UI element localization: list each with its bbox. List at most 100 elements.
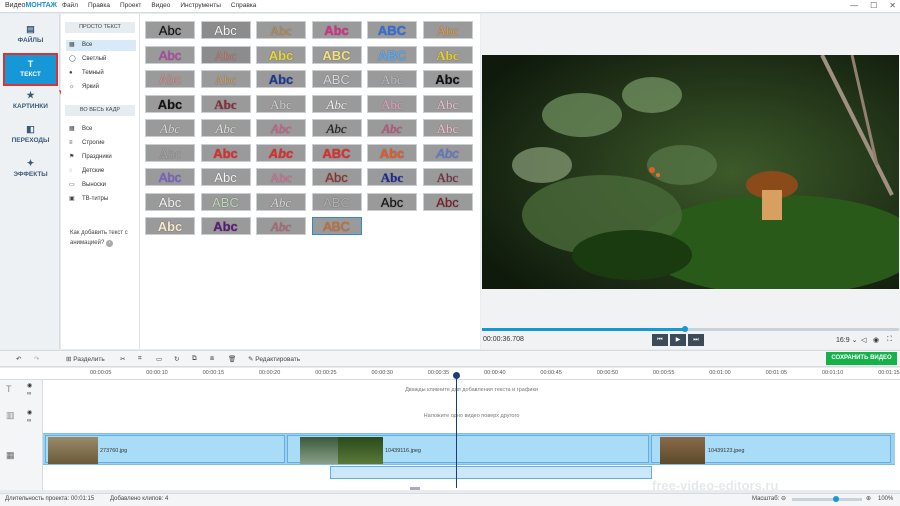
- category-item[interactable]: ≡ Строгие: [66, 138, 136, 149]
- zoom-slider[interactable]: [792, 498, 862, 501]
- text-style-tile[interactable]: Abc: [256, 217, 306, 235]
- category-item[interactable]: ● Темный: [66, 68, 136, 79]
- timeline-ruler[interactable]: 00:00:05 00:00:10 00:00:15 00:00:20 00:00:25…: [0, 368, 900, 380]
- category-item[interactable]: ☼ Яркий: [66, 82, 136, 93]
- snapshot-icon[interactable]: ◉: [873, 336, 879, 344]
- add-clip-icon[interactable]: ⧉: [192, 355, 197, 363]
- next-frame-button[interactable]: ⏭: [688, 334, 704, 346]
- text-style-tile[interactable]: ABC: [367, 45, 417, 64]
- close-icon[interactable]: ✕: [889, 1, 896, 10]
- minimize-icon[interactable]: —: [850, 1, 858, 10]
- playhead[interactable]: [456, 372, 457, 488]
- menu-item[interactable]: Правка: [88, 2, 110, 9]
- zoom-in-icon[interactable]: ⊕: [866, 495, 871, 502]
- text-style-tile[interactable]: Abc: [200, 45, 251, 64]
- text-style-tile[interactable]: Abc: [311, 119, 362, 137]
- undo-icon[interactable]: ↶: [16, 355, 21, 363]
- zoom-slider-handle[interactable]: [833, 496, 839, 502]
- text-style-tile[interactable]: Abc: [367, 168, 417, 186]
- text-style-tile[interactable]: Abc: [422, 70, 473, 88]
- edit-button[interactable]: ✎ Редактировать: [248, 355, 300, 363]
- text-style-tile[interactable]: Abc: [367, 143, 417, 162]
- text-style-tile[interactable]: Abc: [422, 94, 473, 113]
- category-item[interactable]: ◯ Светлый: [66, 54, 136, 65]
- text-style-tile[interactable]: Abc: [145, 94, 195, 113]
- text-style-tile[interactable]: Abc: [256, 192, 306, 211]
- animated-text-help-link[interactable]: Как добавить текст с анимацией? ›: [70, 228, 136, 248]
- eye-icon[interactable]: ◉: [27, 409, 32, 416]
- delete-icon[interactable]: 🗑: [228, 355, 236, 363]
- menu-item[interactable]: Проект: [120, 2, 141, 9]
- text-style-tile[interactable]: Abc: [200, 143, 251, 162]
- text-style-tile[interactable]: Abc: [256, 143, 306, 162]
- text-style-tile[interactable]: Abc: [200, 94, 251, 113]
- redo-icon[interactable]: ↷: [34, 355, 39, 363]
- text-style-tile[interactable]: Abc: [145, 119, 195, 137]
- text-style-tile[interactable]: Abc: [256, 168, 306, 186]
- link-icon[interactable]: ∞: [27, 418, 31, 424]
- category-item[interactable]: ▭ Выноски: [66, 180, 136, 191]
- text-style-tile[interactable]: ABC: [311, 45, 362, 64]
- text-style-tile[interactable]: Abc: [200, 217, 251, 235]
- sidebar-item-transitions[interactable]: ◧ ПЕРЕХОДЫ: [3, 120, 58, 153]
- text-style-tile[interactable]: Abc: [256, 21, 306, 39]
- fullscreen-icon[interactable]: ⛶: [887, 336, 892, 344]
- text-style-tile[interactable]: ABC: [311, 143, 362, 162]
- category-item[interactable]: ▣ ТВ-титры: [66, 194, 136, 205]
- text-style-tile[interactable]: Abc: [145, 168, 195, 186]
- text-style-tile[interactable]: Abc: [422, 192, 473, 211]
- sidebar-item-star[interactable]: ★ КАРТИНКИ: [3, 86, 58, 119]
- timeline-scrollbar[interactable]: [410, 487, 420, 490]
- text-style-tile[interactable]: Abc: [145, 217, 195, 235]
- text-style-tile[interactable]: Abc: [145, 143, 195, 162]
- playback-progress[interactable]: [482, 328, 686, 331]
- text-style-tile[interactable]: ABC: [311, 192, 362, 211]
- text-style-tile[interactable]: Abc: [422, 21, 473, 39]
- category-item[interactable]: ▦ Все: [66, 40, 136, 51]
- text-style-tile[interactable]: Abc: [256, 119, 306, 137]
- zoom-out-icon[interactable]: ⊖: [781, 495, 786, 502]
- text-style-tile[interactable]: Abc: [311, 21, 362, 39]
- maximize-icon[interactable]: ☐: [870, 1, 877, 10]
- crop-icon[interactable]: ⌗: [138, 355, 142, 363]
- audio-clip[interactable]: [330, 466, 652, 479]
- text-style-tile[interactable]: Abc: [311, 94, 362, 113]
- sidebar-item-text[interactable]: T ТЕКСТ: [3, 53, 58, 86]
- split-button[interactable]: ⊞ Разделить: [66, 355, 105, 363]
- sidebar-item-effects[interactable]: ✦ ЭФФЕКТЫ: [3, 154, 58, 187]
- text-style-tile[interactable]: Abc: [367, 70, 417, 88]
- text-style-tile[interactable]: ABC: [367, 21, 417, 39]
- text-style-tile[interactable]: Abc: [200, 70, 251, 88]
- category-item[interactable]: ▦ Все: [66, 124, 136, 135]
- text-style-tile[interactable]: Abc: [200, 168, 251, 186]
- text-style-tile[interactable]: Abc: [367, 94, 417, 113]
- text-style-tile[interactable]: Abc: [200, 119, 251, 137]
- link-icon[interactable]: ∞: [27, 391, 31, 397]
- text-style-tile[interactable]: ABC: [200, 192, 251, 211]
- text-style-tile[interactable]: Abc: [422, 45, 473, 64]
- play-button[interactable]: ▶: [670, 334, 686, 346]
- sidebar-item-files[interactable]: ▤ ФАЙЛЫ: [3, 20, 58, 53]
- aspect-ratio-select[interactable]: 16:9 ⌄: [836, 336, 857, 344]
- menu-item[interactable]: Видео: [151, 2, 170, 9]
- text-style-tile[interactable]: Abc: [367, 119, 417, 137]
- text-style-tile[interactable]: Abc: [422, 168, 473, 186]
- menu-item[interactable]: Инструменты: [180, 2, 221, 9]
- text-style-tile[interactable]: Abc: [422, 143, 473, 162]
- eye-icon[interactable]: ◉: [27, 382, 32, 389]
- prev-frame-button[interactable]: ⏮: [652, 334, 668, 346]
- menu-item[interactable]: Файл: [62, 2, 78, 9]
- text-style-tile[interactable]: Abc: [256, 94, 306, 113]
- text-style-tile[interactable]: Abc: [422, 119, 473, 137]
- text-style-tile[interactable]: Abc: [200, 21, 251, 39]
- rotate-icon[interactable]: ↻: [174, 355, 179, 363]
- text-style-tile[interactable]: ABC: [311, 217, 362, 235]
- volume-icon[interactable]: ◁: [861, 336, 866, 344]
- category-item[interactable]: ⚑ Праздники: [66, 152, 136, 163]
- text-style-tile[interactable]: Abc: [145, 21, 195, 39]
- text-style-tile[interactable]: Abc: [256, 45, 306, 64]
- playback-scrubber[interactable]: [682, 326, 688, 332]
- arrange-icon[interactable]: ⧈: [210, 355, 214, 363]
- fit-icon[interactable]: ▭: [156, 355, 162, 363]
- text-style-tile[interactable]: ABC: [311, 70, 362, 88]
